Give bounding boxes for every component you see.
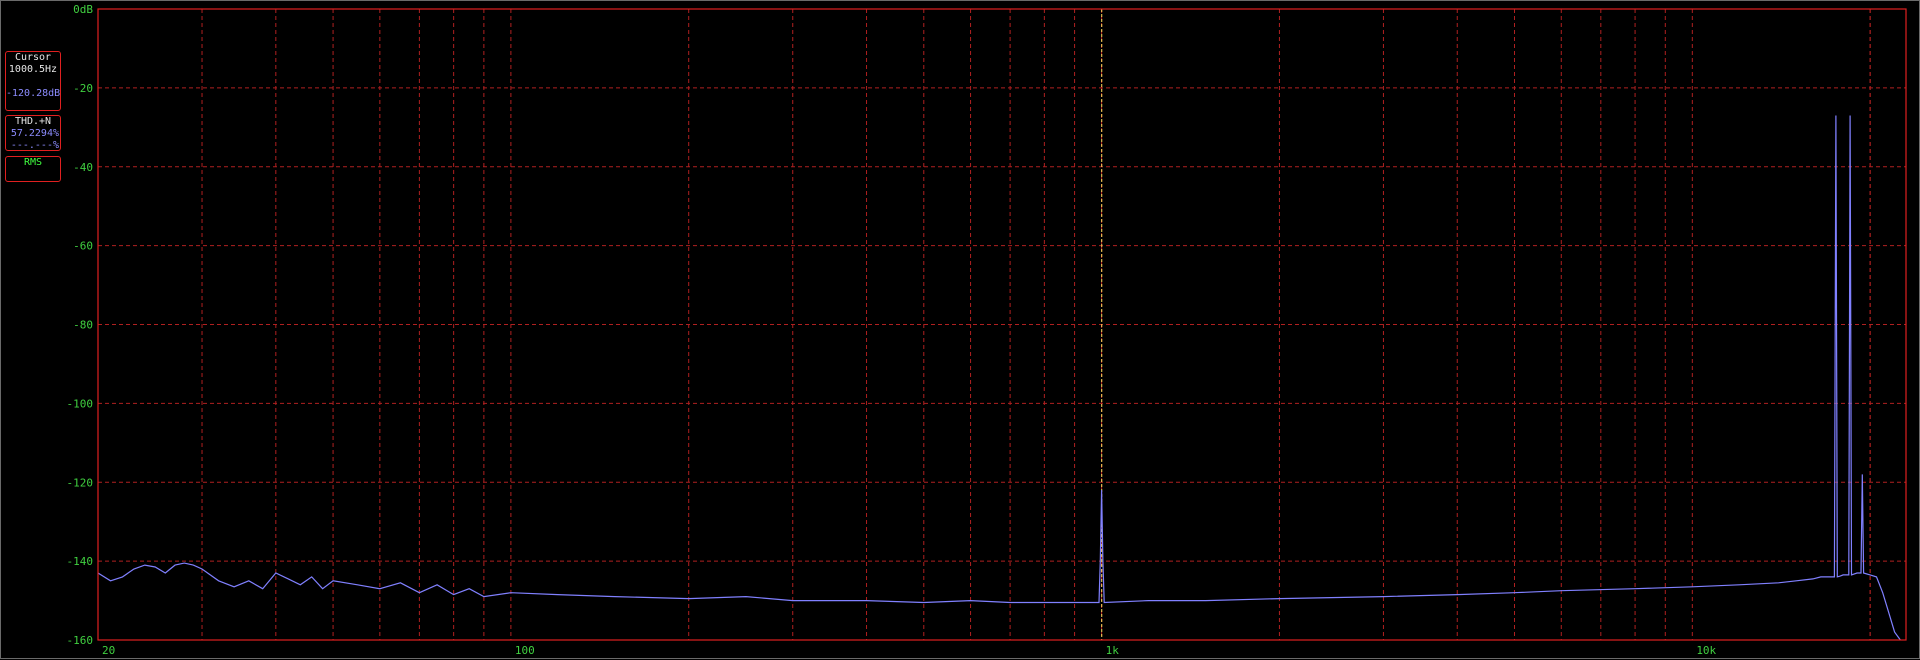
x-tick-label: 20 (102, 644, 115, 657)
y-tick-label: 0dB (73, 3, 93, 16)
y-tick-label: -20 (73, 82, 93, 95)
x-tick-label: 100 (515, 644, 535, 657)
y-tick-label: -100 (67, 397, 94, 410)
trace-layer (97, 115, 1901, 641)
tick-labels: 0dB -20 -40 -60 -80 -100 -120 -140 -160 20 100 1k 10… (67, 3, 1717, 657)
x-tick-label: 1k (1106, 644, 1120, 657)
y-tick-label: -120 (67, 476, 94, 489)
rms-title: RMS (23, 157, 43, 168)
y-tick-label: -160 (67, 634, 94, 647)
rms-readout-panel[interactable]: RMS (5, 156, 61, 182)
x-tick-label: 10k (1696, 644, 1716, 657)
spectrum-trace (97, 115, 1901, 641)
y-tick-label: -80 (73, 319, 93, 332)
thd-value: 57.2294% (10, 128, 59, 139)
y-tick-label: -140 (67, 555, 94, 568)
cursor-frequency: 1000.5Hz (8, 64, 58, 75)
cursor-level: -120.28dB (6, 88, 61, 99)
spectrum-plot: 0dB -20 -40 -60 -80 -100 -120 -140 -160 20 100 1k 10… (67, 3, 1907, 657)
spectrum-analyzer-window: 0dB -20 -40 -60 -80 -100 -120 -140 -160 20 100 1k 10… (0, 0, 1920, 659)
cursor-title: Cursor (14, 52, 52, 63)
thd-value-secondary: ---.---% (10, 140, 59, 151)
thd-title: THD.+N (14, 116, 52, 127)
cursor-readout-panel[interactable]: Cursor 1000.5Hz -120.28dB (5, 51, 61, 111)
thd-readout-panel[interactable]: THD.+N 57.2294% ---.---% (5, 115, 61, 151)
grid-lines (97, 8, 1906, 641)
y-tick-label: -60 (73, 240, 93, 253)
y-tick-label: -40 (73, 161, 93, 174)
